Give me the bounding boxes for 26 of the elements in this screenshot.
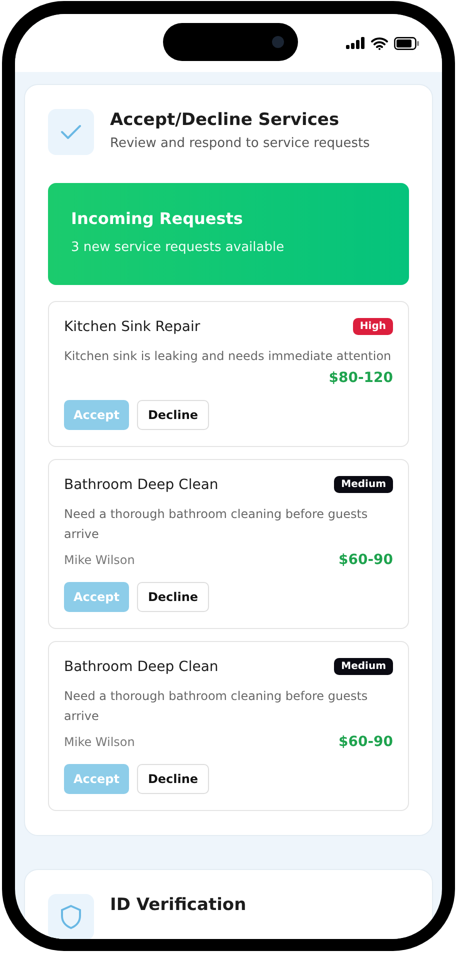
- customer-name: Mike Wilson: [64, 735, 135, 749]
- request-title: Bathroom Deep Clean: [64, 476, 218, 492]
- section-subtitle: Review and respond to service requests: [110, 136, 370, 151]
- battery-icon: [394, 36, 420, 50]
- signal-icon: [346, 37, 365, 49]
- request-description: Need a thorough bathroom cleaning before guests arrive: [64, 506, 369, 543]
- check-icon: [48, 109, 94, 155]
- priority-badge: Medium: [334, 658, 393, 675]
- request-title: Kitchen Sink Repair: [64, 318, 200, 334]
- customer-name: Mike Wilson: [64, 553, 135, 567]
- priority-badge: Medium: [334, 476, 393, 493]
- banner-title: Incoming Requests: [71, 209, 244, 228]
- section-title: ID Verification: [110, 895, 246, 915]
- decline-button[interactable]: Decline: [137, 582, 209, 612]
- banner-subtitle: 3 new service requests available: [71, 240, 286, 255]
- section-title: Accept/Decline Services: [110, 110, 340, 130]
- price-range: $60-90: [338, 734, 393, 750]
- priority-badge: High: [352, 318, 393, 335]
- price-range: $60-90: [338, 552, 393, 568]
- request-description: Need a thorough bathroom cleaning before guests arrive: [64, 688, 369, 725]
- request-description: Kitchen sink is leaking and needs immediate attention: [64, 348, 392, 365]
- decline-button[interactable]: Decline: [137, 764, 209, 794]
- request-title: Bathroom Deep Clean: [64, 658, 218, 674]
- price-range: $80-120: [328, 370, 393, 386]
- wifi-icon: [371, 36, 388, 50]
- decline-button[interactable]: Decline: [137, 400, 209, 430]
